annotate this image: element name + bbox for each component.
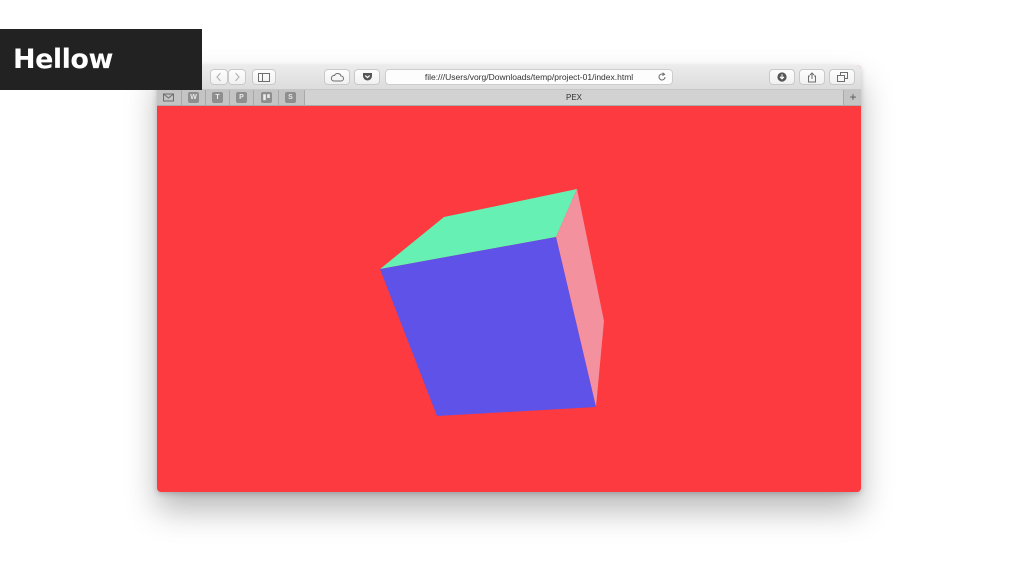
trello-favicon[interactable] xyxy=(261,92,272,103)
forward-button[interactable] xyxy=(228,69,246,85)
p-favicon[interactable]: P xyxy=(236,92,247,103)
pocket-icon xyxy=(362,73,372,81)
back-icon xyxy=(216,72,221,82)
tabs-overview-icon xyxy=(836,72,848,82)
cube-graphic xyxy=(380,189,604,416)
reload-icon[interactable] xyxy=(657,72,667,82)
tabs-overview-button[interactable] xyxy=(829,69,855,85)
forward-icon xyxy=(235,72,240,82)
favorites-divider xyxy=(253,90,254,105)
url-text: file:///Users/vorg/Downloads/temp/projec… xyxy=(424,72,634,82)
browser-toolbar: file:///Users/vorg/Downloads/temp/projec… xyxy=(157,65,861,90)
w-favicon[interactable]: W xyxy=(188,92,199,103)
back-button[interactable] xyxy=(210,69,228,85)
icloud-icon xyxy=(330,72,344,81)
page-canvas xyxy=(157,106,861,492)
favorites-divider xyxy=(181,90,182,105)
s-favicon[interactable]: S xyxy=(285,92,296,103)
slide-title: Hellow World xyxy=(0,29,202,136)
pocket-button[interactable] xyxy=(354,69,380,85)
t-favicon[interactable]: T xyxy=(212,92,223,103)
downloads-button[interactable] xyxy=(769,69,795,85)
address-bar[interactable]: file:///Users/vorg/Downloads/temp/projec… xyxy=(385,69,673,85)
icloud-button[interactable] xyxy=(324,69,350,85)
mail-icon[interactable] xyxy=(163,92,174,103)
favorites-divider xyxy=(278,90,279,105)
sidebar-button[interactable] xyxy=(252,69,276,85)
download-icon xyxy=(777,72,787,82)
share-icon xyxy=(808,71,816,82)
new-tab-button[interactable]: + xyxy=(845,90,861,105)
tab-pex[interactable]: PEX xyxy=(304,90,844,105)
favorites-divider xyxy=(205,90,206,105)
favorites-divider xyxy=(229,90,230,105)
share-button[interactable] xyxy=(799,69,825,85)
favorites-and-tab-bar: W T P S PEX + xyxy=(157,90,861,106)
sidebar-icon xyxy=(258,72,270,82)
browser-window: file:///Users/vorg/Downloads/temp/projec… xyxy=(157,65,861,492)
